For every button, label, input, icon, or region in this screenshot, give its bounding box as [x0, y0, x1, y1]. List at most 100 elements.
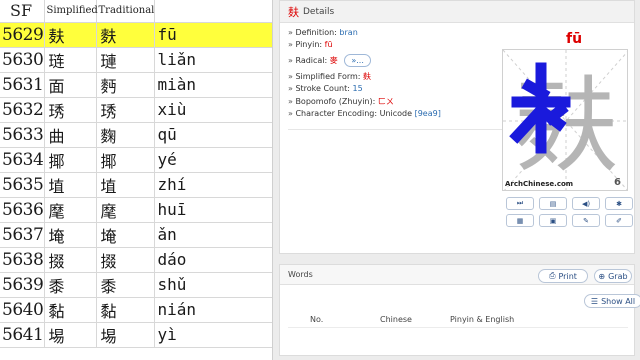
film-icon: ▤ [549, 199, 557, 208]
stroke-order-box[interactable]: 麸 ArchChinese.com 6 [502, 49, 628, 191]
row-traditional: 埴 [96, 172, 155, 198]
detail-pane: 麸 Details » Definition: bran » Pinyin: f… [272, 0, 640, 360]
row-simplified: 埸 [44, 322, 97, 348]
table-row[interactable]: 5640 黏黏 nián [0, 297, 272, 323]
image-icon: ▣ [549, 216, 557, 225]
row-simplified: 琇 [44, 97, 97, 123]
row-pinyin: huī [154, 197, 272, 223]
row-pinyin: fū [154, 22, 272, 48]
print-button[interactable]: ⎙ Print [538, 269, 588, 283]
table-row[interactable]: 5639 黍黍 shǔ [0, 272, 272, 298]
radical-more-button[interactable]: »... [344, 53, 371, 67]
row-simplified: 掇 [44, 247, 97, 273]
plus-circle-icon: ⊕ [598, 271, 606, 281]
definition-value: bran [339, 28, 358, 37]
row-number: 5638 [0, 247, 45, 273]
column-header-traditional[interactable]: Traditional [96, 0, 155, 23]
info-divider [288, 129, 520, 130]
pinyin-row: » Pinyin: fū [288, 40, 333, 50]
encoding-code-link[interactable]: [9ea9] [415, 109, 441, 118]
row-traditional: 黏 [96, 297, 155, 323]
table-row[interactable]: 5638 掇掇 dáo [0, 247, 272, 273]
words-col-chinese: Chinese [380, 315, 412, 324]
radical-value: 麥 [329, 55, 338, 65]
worksheet-button[interactable]: ▦ [506, 214, 534, 227]
words-panel: Words ⎙ Print ⊕ Grab ☰ Show All No. Chin… [279, 264, 640, 356]
row-number: 5633 [0, 122, 45, 148]
stroke-count-row: » Stroke Count: 15 [288, 84, 363, 94]
table-row[interactable]: 5633 曲麴 qū [0, 122, 272, 148]
row-pinyin: liǎn [154, 47, 272, 73]
table-row[interactable]: 5641 埸埸 yì [0, 322, 272, 348]
row-traditional: 琇 [96, 97, 155, 123]
character-table: SF Simplified Traditional 5629 麸麩 fū 5630 琏璉… [0, 0, 272, 348]
details-header-char: 麸 [288, 5, 299, 19]
play-step-icon: ⏭ [516, 199, 524, 207]
printer-icon: ⎙ [549, 271, 556, 280]
table-row[interactable]: 5629 麸麩 fū [0, 22, 272, 48]
brush-button[interactable]: ✎ [572, 214, 600, 227]
stroke-count-value: 15 [352, 84, 363, 94]
details-panel: 麸 Details » Definition: bran » Pinyin: f… [279, 0, 635, 254]
row-simplified: 面 [44, 72, 97, 98]
column-header-sf[interactable]: SF [0, 0, 45, 23]
table-row[interactable]: 5635 埴埴 zhí [0, 172, 272, 198]
definition-row: » Definition: bran [288, 28, 358, 37]
row-number: 5630 [0, 47, 45, 73]
row-traditional: 埯 [96, 222, 155, 248]
row-traditional: 麩 [96, 22, 155, 48]
row-pinyin: xiù [154, 97, 272, 123]
box-stroke-number: 6 [614, 177, 621, 188]
row-number: 5631 [0, 72, 45, 98]
row-simplified: 埯 [44, 222, 97, 248]
row-pinyin: dáo [154, 247, 272, 273]
table-row[interactable]: 5630 琏璉 liǎn [0, 47, 272, 73]
character-info-list: » Definition: bran » Pinyin: fū » Radica… [288, 27, 488, 120]
edit-icon: ✐ [616, 216, 622, 225]
row-pinyin: qū [154, 122, 272, 148]
row-traditional: 麾 [96, 197, 155, 223]
large-pinyin[interactable]: fū [566, 31, 582, 47]
row-number: 5629 [0, 22, 45, 48]
image-button[interactable]: ▣ [539, 214, 567, 227]
pinyin-value[interactable]: fū [325, 40, 333, 49]
words-divider [288, 327, 628, 328]
table-row[interactable]: 5637 埯埯 ǎn [0, 222, 272, 248]
table-row[interactable]: 5631 面麪 miàn [0, 72, 272, 98]
settings-icon: ✱ [616, 199, 622, 208]
row-simplified: 麸 [44, 22, 97, 48]
row-traditional: 黍 [96, 272, 155, 298]
row-simplified: 揶 [44, 147, 97, 173]
play-step-button[interactable]: ⏭ [506, 197, 534, 210]
table-header-row: SF Simplified Traditional [0, 0, 272, 23]
show-all-button[interactable]: ☰ Show All [584, 294, 640, 308]
settings-button[interactable]: ✱ [605, 197, 633, 210]
row-pinyin: zhí [154, 172, 272, 198]
row-traditional: 麴 [96, 122, 155, 148]
row-simplified: 埴 [44, 172, 97, 198]
table-row[interactable]: 5636 麾麾 huī [0, 197, 272, 223]
row-pinyin: miàn [154, 72, 272, 98]
column-header-pinyin [154, 0, 272, 23]
table-row[interactable]: 5632 琇琇 xiù [0, 97, 272, 123]
column-header-simplified[interactable]: Simplified [44, 0, 98, 23]
row-number: 5632 [0, 97, 45, 123]
table-row[interactable]: 5634 揶揶 yé [0, 147, 272, 173]
bopomofo-value: ㄈㄨ [377, 96, 394, 106]
words-column-headers: No. Chinese Pinyin & English [310, 315, 514, 324]
radical-row: » Radical: 麥 »... [288, 52, 488, 69]
grab-button[interactable]: ⊕ Grab [594, 269, 632, 283]
brush-icon: ✎ [583, 216, 589, 225]
row-number: 5634 [0, 147, 45, 173]
audio-button[interactable]: ◀) [572, 197, 600, 210]
row-traditional: 掇 [96, 247, 155, 273]
row-traditional: 揶 [96, 147, 155, 173]
edit-button[interactable]: ✐ [605, 214, 633, 227]
row-number: 5635 [0, 172, 45, 198]
words-title: Words [288, 270, 313, 279]
film-button[interactable]: ▤ [539, 197, 567, 210]
row-traditional: 麪 [96, 72, 155, 98]
simplified-value[interactable]: 麸 [363, 72, 371, 81]
row-number: 5639 [0, 272, 45, 298]
stroke-controls-row-2: ▦ ▣ ✎ ✐ [506, 214, 633, 227]
